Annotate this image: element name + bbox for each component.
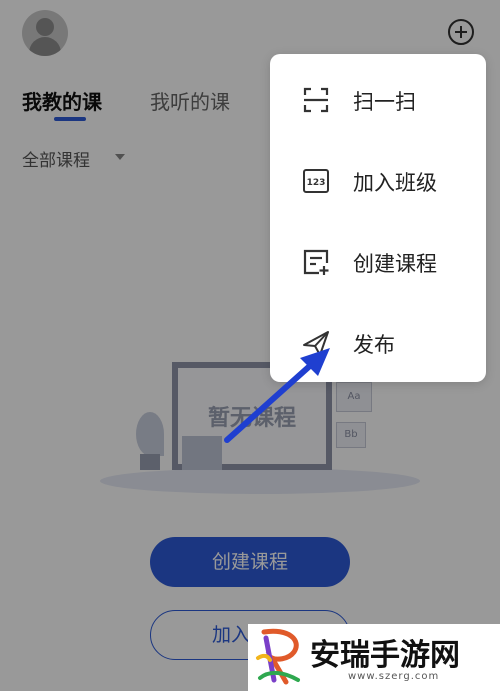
watermark-logo bbox=[256, 628, 300, 685]
watermark: 安瑞手游网 www.szerg.com bbox=[248, 624, 500, 691]
add-popup-menu: 扫一扫 123 加入班级 创建课程 发布 bbox=[270, 54, 486, 382]
svg-text:123: 123 bbox=[307, 178, 326, 188]
menu-item-join-class[interactable]: 123 加入班级 bbox=[270, 143, 486, 215]
scan-icon bbox=[303, 87, 329, 113]
menu-item-label: 加入班级 bbox=[353, 171, 437, 195]
menu-item-scan[interactable]: 扫一扫 bbox=[270, 62, 486, 134]
class-code-icon: 123 bbox=[303, 169, 329, 193]
menu-item-create-course[interactable]: 创建课程 bbox=[270, 224, 486, 296]
menu-item-label: 创建课程 bbox=[353, 252, 437, 276]
menu-item-label: 扫一扫 bbox=[353, 90, 416, 114]
menu-item-publish[interactable]: 发布 bbox=[270, 305, 486, 377]
send-icon bbox=[303, 331, 329, 356]
create-course-icon bbox=[303, 249, 329, 275]
watermark-url: www.szerg.com bbox=[348, 671, 440, 682]
watermark-text: 安瑞手游网 bbox=[310, 638, 460, 673]
menu-item-label: 发布 bbox=[353, 333, 395, 357]
